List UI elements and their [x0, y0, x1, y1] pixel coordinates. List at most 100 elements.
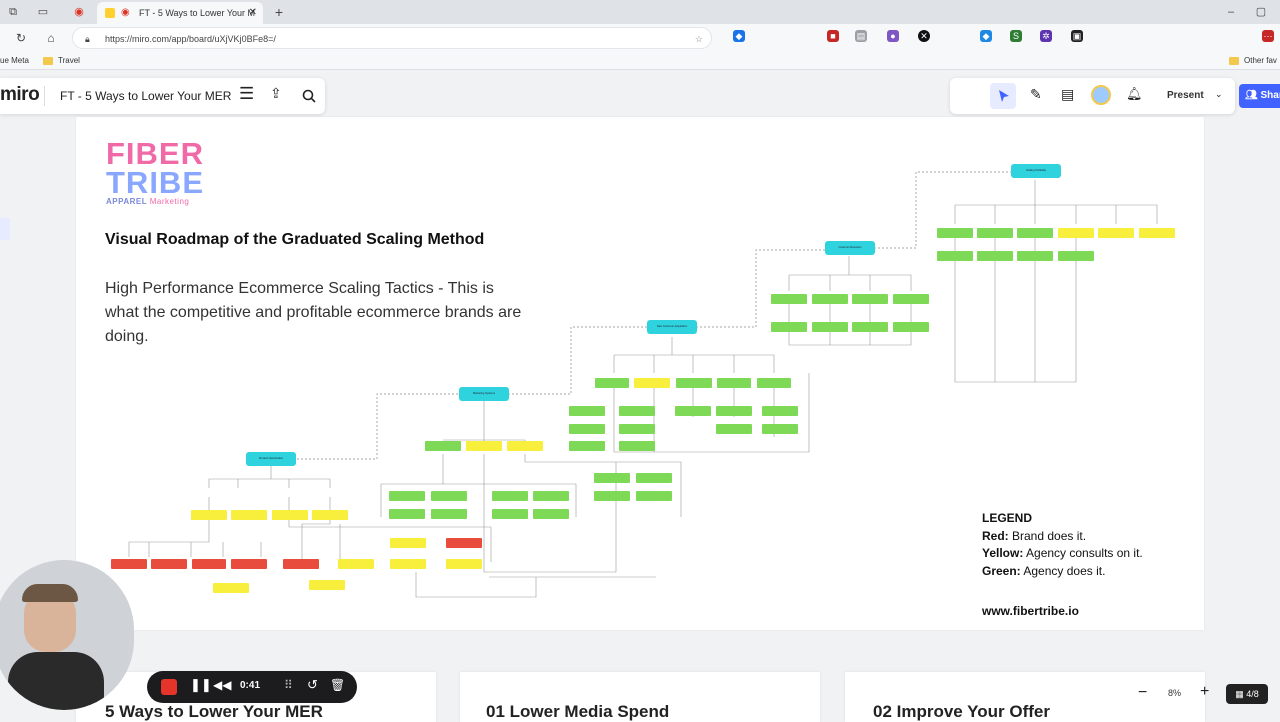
diagram-node[interactable]	[492, 509, 528, 519]
diagram-node[interactable]	[757, 378, 791, 388]
search-icon[interactable]	[302, 89, 316, 103]
pause-icon[interactable]: ❚❚	[190, 677, 212, 693]
chevron-down-icon[interactable]: ⌄	[1215, 89, 1223, 100]
extension-blue-icon[interactable]: ◆	[980, 30, 992, 42]
diagram-node[interactable]	[390, 538, 426, 548]
diagram-node[interactable]	[977, 228, 1013, 238]
diagram-node[interactable]	[1058, 251, 1094, 261]
diagram-node[interactable]	[634, 378, 670, 388]
node-new-customer-acquisition[interactable]: New Customer Acquisition	[647, 320, 697, 334]
grid-icon[interactable]: ⠿	[284, 678, 293, 692]
diagram-node[interactable]	[636, 473, 672, 483]
diagram-node[interactable]	[619, 441, 655, 451]
diagram-node[interactable]	[636, 491, 672, 501]
website-link[interactable]: www.fibertribe.io	[982, 604, 1079, 618]
extension-x-icon[interactable]: ✕	[918, 30, 930, 42]
rewind-icon[interactable]: ◀◀	[213, 678, 231, 692]
diagram-node[interactable]	[151, 559, 187, 569]
diagram-node[interactable]	[192, 559, 226, 569]
new-tab-icon[interactable]: +	[272, 5, 286, 19]
diagram-node[interactable]	[272, 510, 308, 520]
diagram-node[interactable]	[446, 538, 482, 548]
diagram-node[interactable]	[389, 491, 425, 501]
diagram-node[interactable]	[594, 473, 630, 483]
diagram-node[interactable]	[431, 509, 467, 519]
diagram-node[interactable]	[771, 322, 807, 332]
diagram-node[interactable]	[389, 509, 425, 519]
board-frame[interactable]: FIBER TRIBE APPAREL Marketing Visual Roa…	[76, 117, 1204, 630]
node-marketing-systems[interactable]: Marketing Systems	[459, 387, 509, 401]
diagram-node[interactable]	[466, 441, 502, 451]
delete-icon[interactable]: 🗑︎	[330, 678, 345, 692]
diagram-node[interactable]	[716, 406, 752, 416]
diagram-node[interactable]	[893, 294, 929, 304]
diagram-node[interactable]	[1058, 228, 1094, 238]
diagram-node[interactable]	[1098, 228, 1134, 238]
avatar[interactable]	[1091, 85, 1111, 105]
home-icon[interactable]: ⌂	[44, 31, 58, 45]
diagram-node[interactable]	[431, 491, 467, 501]
bookmark-item[interactable]: ue Meta	[0, 52, 29, 70]
minimize-icon[interactable]: –	[1224, 5, 1238, 19]
webcam-bubble[interactable]	[0, 560, 134, 710]
diagram-node[interactable]	[283, 559, 319, 569]
close-tab-icon[interactable]: ✕	[249, 2, 257, 24]
diagram-node[interactable]	[937, 228, 973, 238]
diagram-node[interactable]	[191, 510, 227, 520]
diagram-node[interactable]	[312, 510, 348, 520]
diagram-node[interactable]	[533, 491, 569, 501]
node-product-optimization[interactable]: Product Optimization	[246, 452, 296, 466]
diagram-node[interactable]	[619, 406, 655, 416]
menu-icon[interactable]: ☰	[239, 84, 254, 104]
diagram-node[interactable]	[852, 322, 888, 332]
notifications-icon[interactable]: 🔔︎	[1126, 86, 1143, 102]
share-button[interactable]: 👥︎ Shar	[1239, 84, 1280, 108]
workspaces-icon[interactable]: ⧉	[6, 5, 20, 19]
diagram-node[interactable]	[595, 378, 629, 388]
extension-grey-icon[interactable]: ▤	[855, 30, 867, 42]
reload-icon[interactable]: ↻	[14, 31, 28, 45]
zoom-out-button[interactable]: −	[1138, 684, 1147, 702]
diagram-node[interactable]	[594, 491, 630, 501]
cursor-icon[interactable]	[998, 89, 1010, 103]
diagram-node[interactable]	[533, 509, 569, 519]
restart-icon[interactable]: ↺	[307, 677, 318, 693]
diagram-node[interactable]	[675, 406, 711, 416]
diagram-node[interactable]	[425, 441, 461, 451]
extension-menu-icon[interactable]: ⋯	[1262, 30, 1274, 42]
diagram-node[interactable]	[231, 510, 267, 520]
diagram-node[interactable]	[492, 491, 528, 501]
diagram-node[interactable]	[771, 294, 807, 304]
zoom-level[interactable]: 8%	[1168, 688, 1181, 698]
board-title[interactable]: FT - 5 Ways to Lower Your MER	[60, 89, 231, 103]
extension-red-icon[interactable]: ■	[827, 30, 839, 42]
diagram-node[interactable]	[1017, 251, 1053, 261]
frame-lower-media-spend[interactable]: 01 Lower Media Spend	[460, 672, 820, 722]
tab-actions-icon[interactable]: ▭	[36, 5, 50, 19]
diagram-node[interactable]	[309, 580, 345, 590]
diagram-node[interactable]	[812, 322, 848, 332]
diagram-node[interactable]	[231, 559, 267, 569]
node-customer-retention[interactable]: Customer Retention	[825, 241, 875, 255]
celebrate-icon[interactable]: ✎	[1030, 86, 1042, 103]
recording-tab-icon[interactable]: ◉	[72, 5, 86, 19]
other-favorites[interactable]: Other fav	[1244, 52, 1277, 70]
diagram-node[interactable]	[812, 294, 848, 304]
favorite-star-icon[interactable]: ☆	[695, 28, 703, 50]
diagram-node[interactable]	[676, 378, 712, 388]
tab-active[interactable]: ◉ FT - 5 Ways to Lower Your M ✕	[97, 2, 263, 24]
diagram-node[interactable]	[446, 559, 482, 569]
extension-tag-icon[interactable]: ◆	[733, 30, 745, 42]
diagram-node[interactable]	[977, 251, 1013, 261]
diagram-node[interactable]	[569, 406, 605, 416]
url-field[interactable]: 🔒︎ https://miro.com/app/board/uXjVKj0BFe…	[72, 27, 712, 49]
extension-green-icon[interactable]: S	[1010, 30, 1022, 42]
diagram-node[interactable]	[213, 583, 249, 593]
diagram-node[interactable]	[937, 251, 973, 261]
diagram-node[interactable]	[716, 424, 752, 434]
miro-logo[interactable]: miro	[0, 84, 40, 106]
export-icon[interactable]: ⇪	[270, 85, 282, 102]
present-button[interactable]: Present	[1167, 90, 1204, 101]
zoom-in-button[interactable]: +	[1200, 683, 1209, 701]
extension-purple-icon[interactable]: ●	[887, 30, 899, 42]
